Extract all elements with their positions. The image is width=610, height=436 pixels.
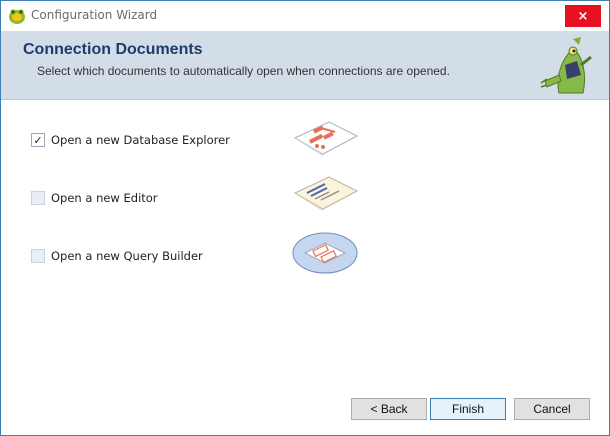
option-label: Open a new Database Explorer xyxy=(51,133,230,147)
close-icon: × xyxy=(577,8,589,24)
editor-checkbox[interactable] xyxy=(31,191,45,205)
app-logo-icon xyxy=(9,9,25,24)
query-builder-checkbox[interactable] xyxy=(31,249,45,263)
editor-icon xyxy=(293,176,359,211)
close-button[interactable]: × xyxy=(565,5,601,27)
window-title: Configuration Wizard xyxy=(31,8,158,22)
page-subtitle: Select which documents to automatically … xyxy=(37,64,450,78)
finish-button[interactable]: Finish xyxy=(430,398,506,420)
database-explorer-icon xyxy=(293,121,359,156)
option-editor[interactable]: Open a new Editor xyxy=(31,191,158,205)
option-query-builder[interactable]: Open a new Query Builder xyxy=(31,249,203,263)
database-explorer-checkbox[interactable]: ✓ xyxy=(31,133,45,147)
frog-mascot-icon xyxy=(540,37,592,94)
configuration-wizard-window: Configuration Wizard × Connection Docume… xyxy=(0,0,610,436)
option-label: Open a new Query Builder xyxy=(51,249,203,263)
title-bar[interactable]: Configuration Wizard × xyxy=(1,1,609,31)
option-database-explorer[interactable]: ✓ Open a new Database Explorer xyxy=(31,133,230,147)
page-title: Connection Documents xyxy=(23,41,203,58)
option-label: Open a new Editor xyxy=(51,191,158,205)
back-button[interactable]: < Back xyxy=(351,398,427,420)
query-builder-icon xyxy=(292,232,358,274)
cancel-button[interactable]: Cancel xyxy=(514,398,590,420)
wizard-header: Connection Documents Select which docume… xyxy=(1,31,609,100)
